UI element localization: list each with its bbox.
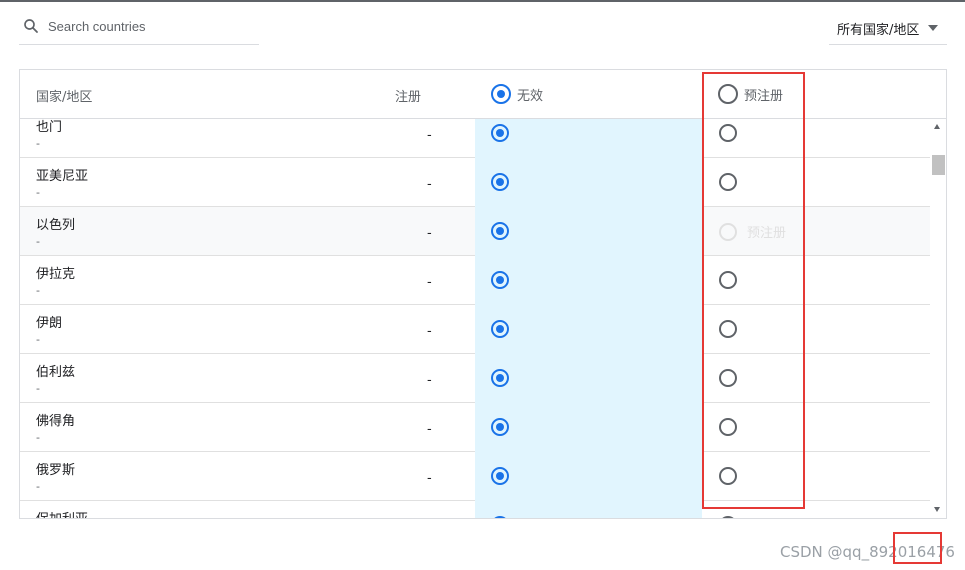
none-radio[interactable] [491,124,509,142]
none-radio-cell [491,271,509,293]
table-header: 国家/地区 注册 无效 预注册 [20,70,946,119]
country-subtext: - [36,137,40,150]
select-all-none-radio[interactable] [491,84,511,104]
country-name: 佛得角 [36,414,76,429]
none-radio-cell [491,173,509,195]
country-name: 伯利兹 [36,365,76,380]
selected-cell-background [475,207,702,256]
country-name: 以色列 [36,218,76,233]
pre-registration-radio[interactable] [719,516,737,518]
column-header-registration: 注册 [395,90,422,105]
country-name: 伊朗 [36,316,63,331]
table-scrollbar[interactable] [930,119,946,518]
country-subtext: - [36,333,40,346]
registration-value: - [427,128,432,143]
none-radio-cell [491,369,509,391]
none-radio[interactable] [491,369,509,387]
registration-value: - [427,275,432,290]
pre-registration-radio-cell [719,516,737,518]
none-radio-cell [491,320,509,342]
none-radio[interactable] [491,320,509,338]
none-radio-cell [491,124,509,146]
country-subtext: - [36,186,40,199]
country-name: 也门 [36,120,63,135]
registration-value: - [427,422,432,437]
search-input[interactable] [48,15,253,37]
selected-cell-background [475,501,702,518]
country-subtext: - [36,284,40,297]
selected-cell-background [475,452,702,501]
none-radio[interactable] [491,222,509,240]
none-radio[interactable] [491,467,509,485]
selected-cell-background [475,403,702,452]
none-radio[interactable] [491,418,509,436]
scroll-down-arrow-icon[interactable] [934,507,940,512]
scrollbar-thumb[interactable] [932,155,945,175]
country-name: 俄罗斯 [36,463,76,478]
country-subtext: - [36,431,40,444]
registration-value: - [427,226,432,241]
none-radio[interactable] [491,173,509,191]
registration-value: - [427,177,432,192]
registration-value: - [427,373,432,388]
none-radio-cell [491,418,509,440]
countries-table: 国家/地区 注册 无效 预注册 也门 - - 亚美尼亚 - - 以色列 - - 预注册 伊拉克 - - 伊… [19,69,947,519]
selected-cell-background [475,305,702,354]
none-radio[interactable] [491,516,509,518]
annotation-box-pre-registration-column [702,72,805,509]
country-name: 伊拉克 [36,267,76,282]
none-radio[interactable] [491,271,509,289]
registration-value: - [427,324,432,339]
top-border [0,0,965,2]
selected-cell-background [475,354,702,403]
none-radio-cell [491,222,509,244]
country-subtext: - [36,235,40,248]
country-name: 亚美尼亚 [36,169,89,184]
country-subtext: - [36,382,40,395]
none-radio-cell [491,467,509,489]
region-filter-label: 所有国家/地区 [837,23,920,38]
registration-value: - [427,471,432,486]
column-header-none-label: 无效 [517,88,544,104]
column-header-country: 国家/地区 [36,90,93,105]
search-bar[interactable] [19,10,259,45]
column-header-none[interactable]: 无效 [491,84,543,104]
dropdown-arrow-icon [928,25,938,31]
search-icon [24,19,38,33]
selected-cell-background [475,119,702,158]
country-name: 保加利亚 [36,508,88,518]
country-subtext: - [36,480,40,493]
region-filter-dropdown[interactable]: 所有国家/地区 [829,10,947,45]
none-radio-cell [491,516,509,518]
selected-cell-background [475,256,702,305]
scroll-up-arrow-icon[interactable] [934,124,940,129]
selected-cell-background [475,158,702,207]
annotation-box-save-button [893,532,942,564]
